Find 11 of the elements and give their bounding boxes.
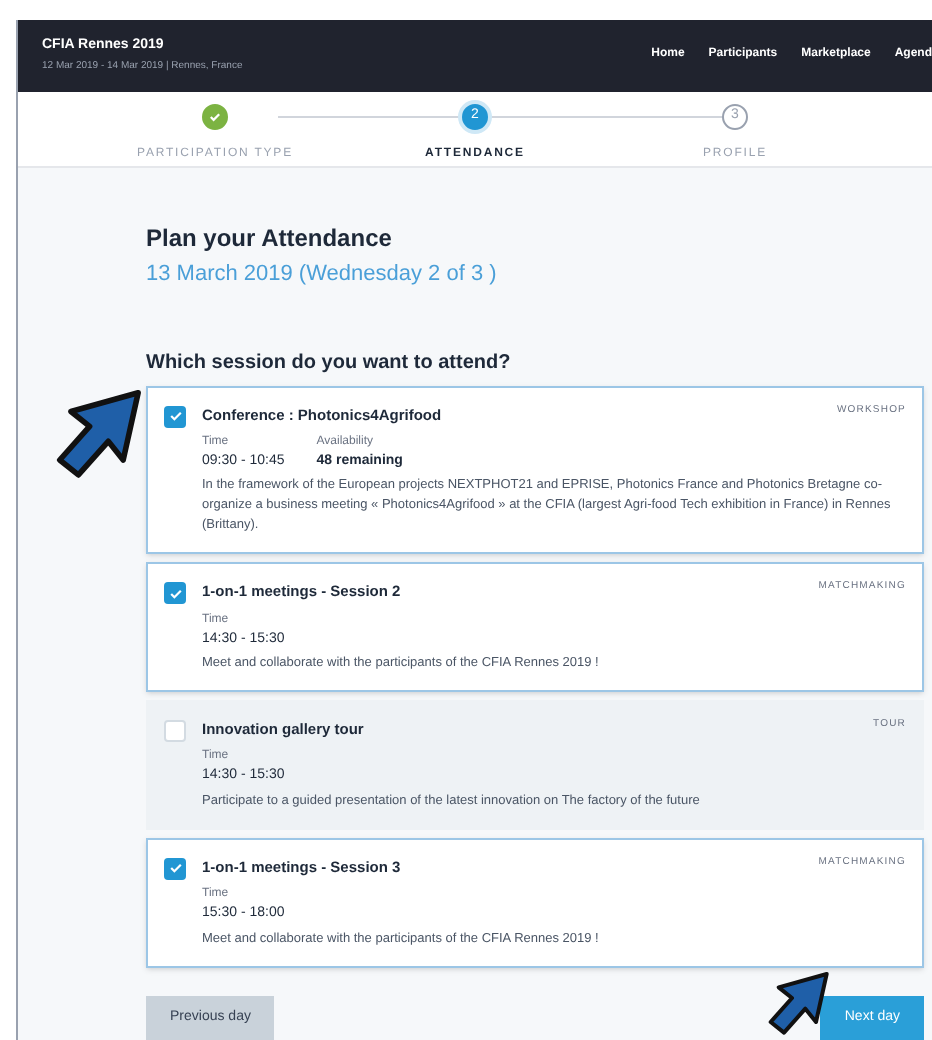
checkbox[interactable]	[164, 857, 186, 880]
page-title: Plan your Attendance	[146, 222, 394, 256]
question-heading: Which session do you want to attend?	[146, 349, 513, 377]
checkbox[interactable]	[164, 582, 186, 605]
check-icon	[167, 408, 183, 424]
checkbox[interactable]	[164, 405, 186, 427]
session-card[interactable]	[146, 385, 924, 555]
date-subtitle: 13 March 2019 (Wednesday 2 of 3 )	[146, 260, 499, 290]
check-icon	[167, 860, 183, 877]
check-icon	[167, 585, 183, 602]
checkbox[interactable]	[164, 720, 186, 742]
